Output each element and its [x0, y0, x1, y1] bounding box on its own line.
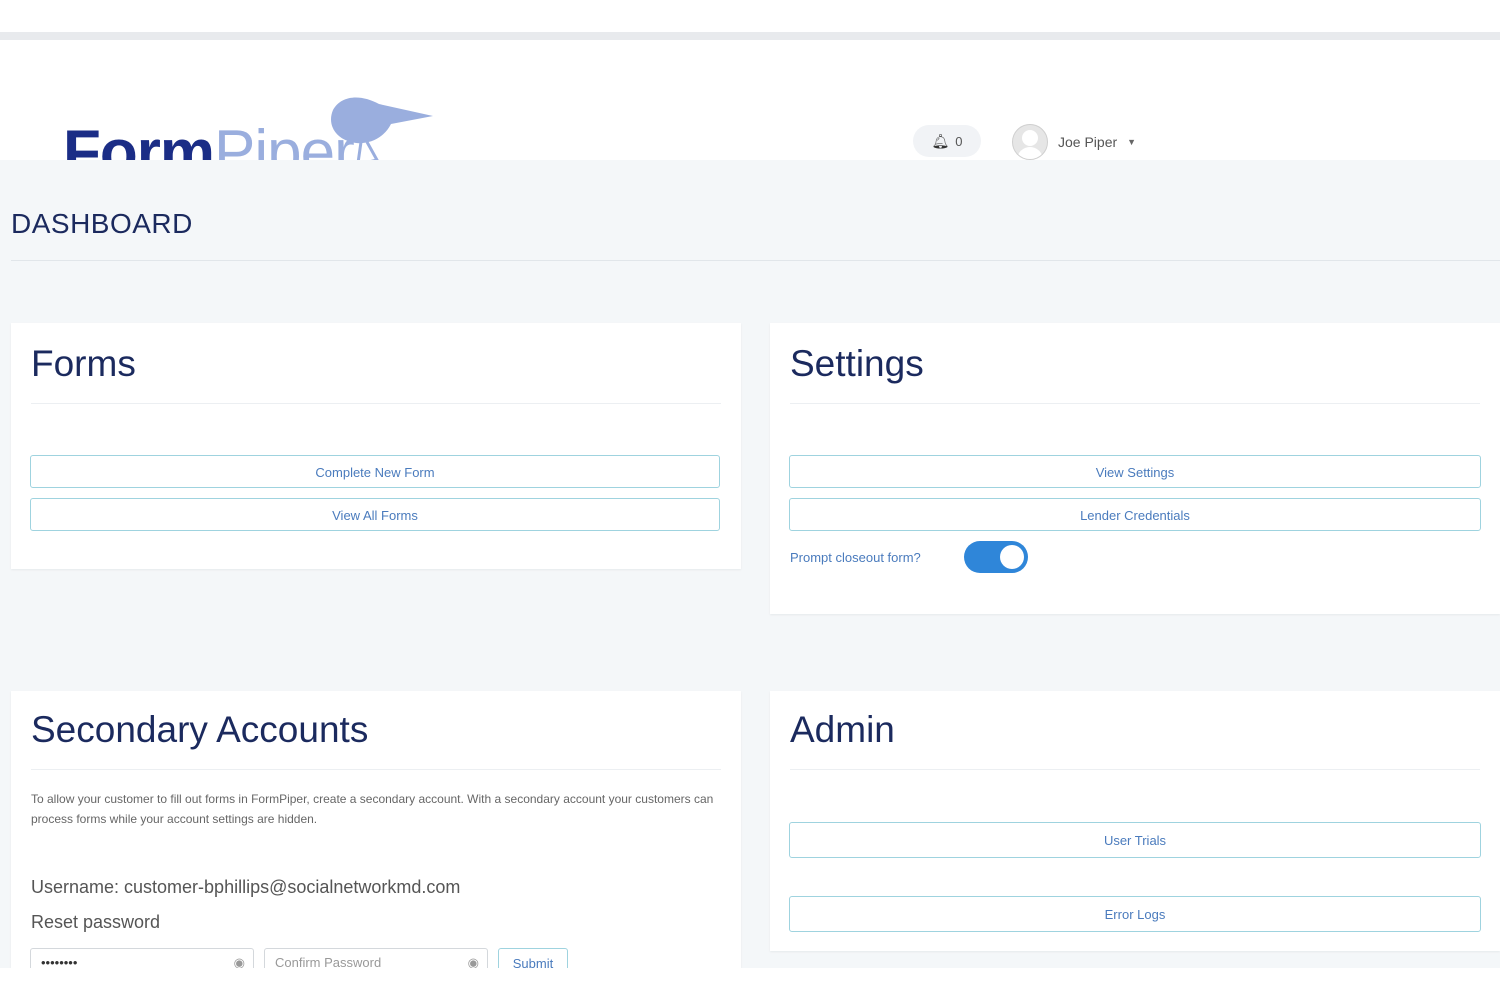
bottom-strip	[0, 968, 1500, 1000]
error-logs-button[interactable]: Error Logs	[789, 896, 1481, 932]
view-all-forms-button[interactable]: View All Forms	[30, 498, 720, 531]
user-trials-button[interactable]: User Trials	[789, 822, 1481, 858]
toggle-knob	[1000, 545, 1024, 569]
page-title: DASHBOARD	[11, 208, 193, 239]
user-menu[interactable]: Joe Piper ▼	[1012, 124, 1136, 160]
panel-divider	[31, 769, 721, 770]
settings-panel: Settings View Settings Lender Credential…	[770, 323, 1500, 614]
forms-panel: Forms Complete New Form View All Forms	[11, 323, 741, 569]
prompt-closeout-toggle[interactable]	[964, 541, 1028, 573]
notifications-button[interactable]: 🔔︎ 0	[913, 125, 981, 157]
user-name: Joe Piper	[1058, 134, 1118, 150]
panel-divider	[31, 403, 721, 404]
panel-divider	[790, 769, 1480, 770]
formpiper-logo[interactable]: FormPiper	[63, 80, 443, 187]
complete-new-form-button[interactable]: Complete New Form	[30, 455, 720, 488]
view-settings-button[interactable]: View Settings	[789, 455, 1481, 488]
top-divider	[0, 32, 1500, 40]
secondary-accounts-panel: Secondary Accounts To allow your custome…	[11, 691, 741, 980]
panel-title: Admin	[790, 709, 895, 750]
reset-password-label: Reset password	[31, 912, 161, 932]
bell-icon: 🔔︎	[931, 132, 950, 149]
chevron-down-icon: ▼	[1127, 137, 1137, 147]
notification-count: 0	[955, 133, 963, 149]
avatar	[1012, 124, 1048, 160]
prompt-closeout-label: Prompt closeout form?	[790, 550, 921, 565]
panel-divider	[790, 403, 1480, 404]
lender-credentials-button[interactable]: Lender Credentials	[789, 498, 1481, 531]
username-line: Username: customer-bphillips@socialnetwo…	[31, 877, 461, 897]
title-divider	[11, 260, 1500, 261]
top-strip	[0, 0, 1500, 32]
panel-title: Forms	[31, 343, 136, 384]
panel-title: Settings	[790, 343, 924, 384]
admin-panel: Admin User Trials Error Logs	[770, 691, 1500, 951]
app-header: FormPiper 🔔︎ 0 Joe Piper ▼	[0, 40, 1500, 187]
secondary-accounts-description: To allow your customer to fill out forms…	[31, 792, 714, 826]
panel-title: Secondary Accounts	[31, 709, 369, 750]
